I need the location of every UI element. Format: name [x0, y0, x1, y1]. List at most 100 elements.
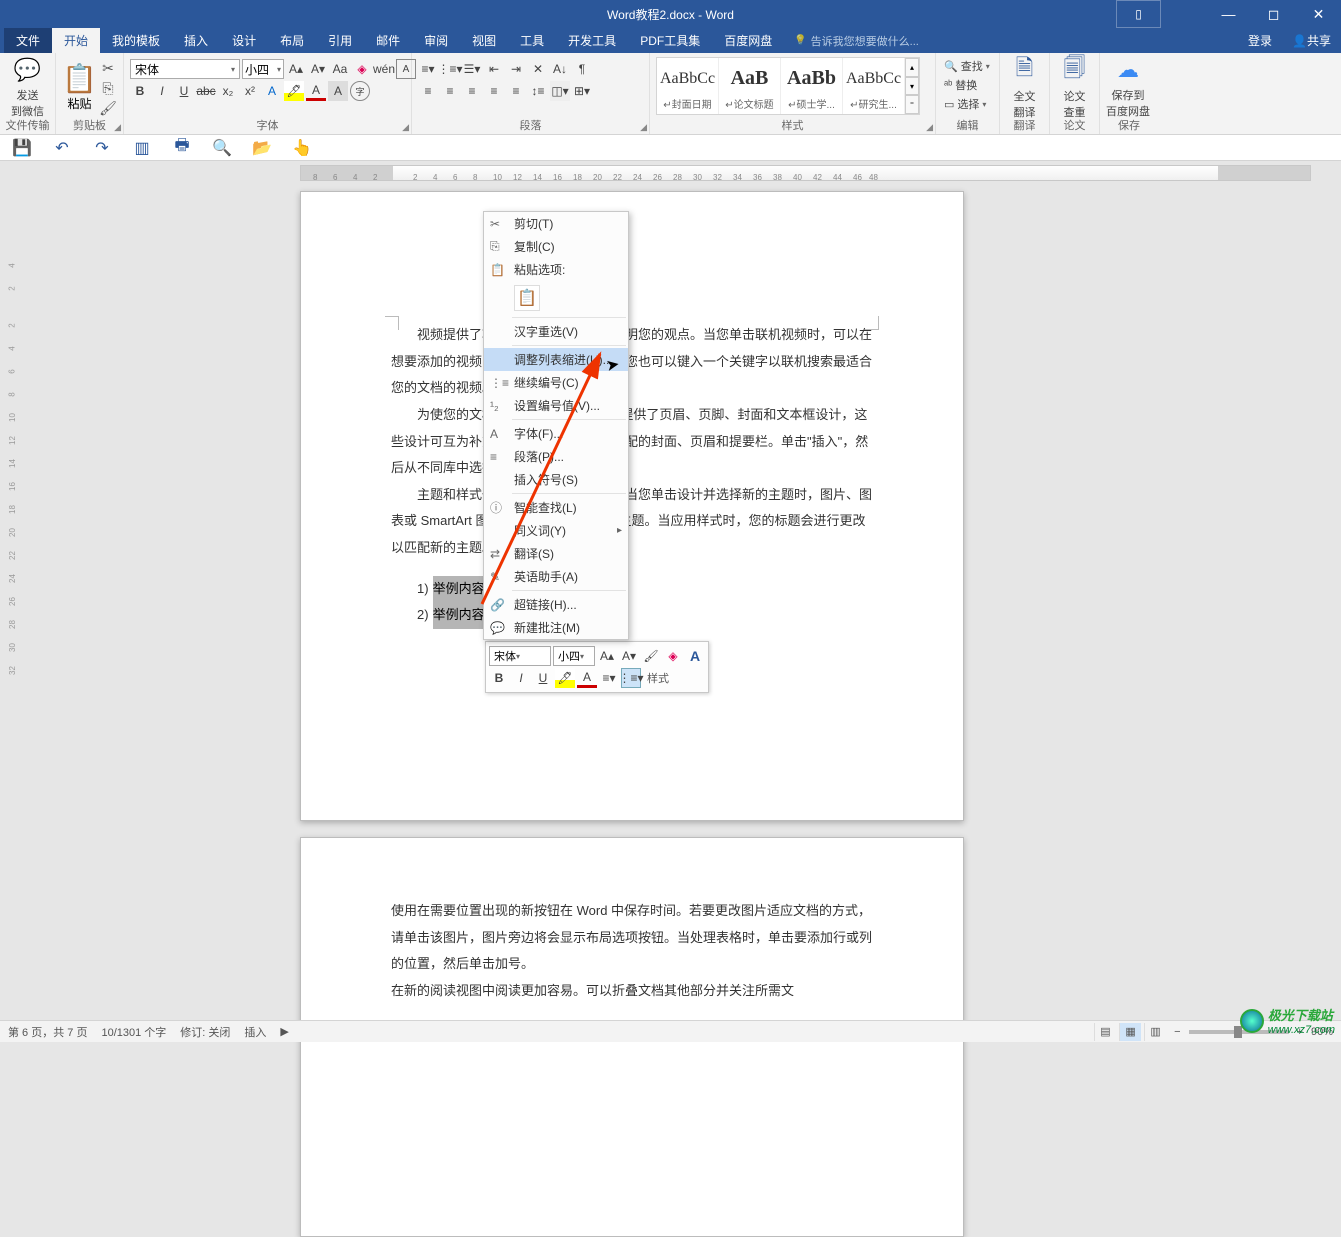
- ctx-paragraph[interactable]: ≡段落(P)...: [484, 445, 628, 468]
- sort-icon[interactable]: A↓: [550, 59, 570, 79]
- subscript-button[interactable]: x₂: [218, 81, 238, 101]
- shading-icon[interactable]: ◫▾: [550, 81, 570, 101]
- qat-preview-icon[interactable]: 🔍: [210, 138, 234, 158]
- status-track[interactable]: 修订: 关闭: [180, 1024, 230, 1040]
- replace-button[interactable]: ᵃᵇ替换: [942, 76, 992, 94]
- decrease-indent-icon[interactable]: ⇤: [484, 59, 504, 79]
- style-item-3[interactable]: AaBbCc↵研究生...: [843, 58, 905, 114]
- mini-bullets-icon[interactable]: ≡▾: [599, 668, 619, 688]
- zoom-out-icon[interactable]: −: [1174, 1026, 1180, 1038]
- tab-tools[interactable]: 工具: [508, 28, 556, 53]
- status-macro-icon[interactable]: ▶: [280, 1025, 288, 1038]
- align-justify-icon[interactable]: ≡: [484, 81, 504, 101]
- ctx-hanzi[interactable]: 汉字重选(V): [484, 320, 628, 343]
- tab-home[interactable]: 开始: [52, 28, 100, 53]
- mini-font-select[interactable]: 宋体 ▾: [489, 646, 551, 666]
- copy-icon[interactable]: ⎘: [99, 79, 117, 97]
- view-web-icon[interactable]: ▥: [1144, 1023, 1166, 1041]
- qat-open-icon[interactable]: 📂: [250, 138, 274, 158]
- status-insert[interactable]: 插入: [244, 1024, 266, 1040]
- change-case-icon[interactable]: Aa: [330, 59, 350, 79]
- ctx-set-numbering[interactable]: ¹₂设置编号值(V)...: [484, 394, 628, 417]
- send-wechat-button[interactable]: 💬发送 到微信: [6, 55, 49, 119]
- underline-button[interactable]: U: [174, 81, 194, 101]
- close-button[interactable]: ✕: [1296, 0, 1341, 28]
- mini-clear-icon[interactable]: ◈: [663, 646, 683, 666]
- document-page-1[interactable]: 视频提供了功能强大的方法帮助您证明您的观点。当您单击联机视频时，可以在想要添加的…: [300, 191, 964, 821]
- ctx-english-assistant[interactable]: ✎英语助手(A): [484, 565, 628, 588]
- ctx-translate[interactable]: ⇄翻译(S): [484, 542, 628, 565]
- styles-up-icon[interactable]: ▴: [905, 58, 919, 77]
- paste-option-keep-source[interactable]: 📋: [514, 285, 540, 311]
- line-spacing-icon[interactable]: ↕≡: [528, 81, 548, 101]
- mini-grow-font-icon[interactable]: A▴: [597, 646, 617, 666]
- styles-gallery[interactable]: AaBbCc↵封面日期 AaB↵论文标题 AaBb↵硕士学... AaBbCc↵…: [656, 57, 920, 115]
- bold-button[interactable]: B: [130, 81, 150, 101]
- styles-more-icon[interactable]: ⁼: [905, 95, 919, 114]
- qat-save-icon[interactable]: 💾: [10, 138, 34, 158]
- qat-new-icon[interactable]: ▥: [130, 138, 154, 158]
- ctx-smart-lookup[interactable]: ⓘ智能查找(L): [484, 496, 628, 519]
- body-paragraph[interactable]: 主题和样式也有助于文档保持协调。当您单击设计并选择新的主题时，图片、图表或 Sm…: [391, 482, 873, 562]
- status-wordcount[interactable]: 10/1301 个字: [101, 1024, 166, 1040]
- tab-mailings[interactable]: 邮件: [364, 28, 412, 53]
- find-button[interactable]: 🔍查找▾: [942, 57, 992, 75]
- align-right-icon[interactable]: ≡: [462, 81, 482, 101]
- mini-styles-label[interactable]: 样式: [643, 670, 669, 686]
- qat-touch-icon[interactable]: 👆: [290, 138, 314, 158]
- increase-indent-icon[interactable]: ⇥: [506, 59, 526, 79]
- tab-design[interactable]: 设计: [220, 28, 268, 53]
- superscript-button[interactable]: x²: [240, 81, 260, 101]
- qat-print-icon[interactable]: 🖶: [170, 134, 194, 161]
- view-read-icon[interactable]: ▤: [1094, 1023, 1116, 1041]
- body-paragraph[interactable]: 使用在需要位置出现的新按钮在 Word 中保存时间。若要更改图片适应文档的方式，…: [391, 898, 873, 978]
- ctx-continue-numbering[interactable]: ⋮≡继续编号(C): [484, 371, 628, 394]
- horizontal-ruler[interactable]: 8642 24681012141618202224262830323436384…: [300, 165, 1311, 181]
- mini-highlight-icon[interactable]: 🖊: [555, 668, 575, 688]
- share-button[interactable]: 👤 共享: [1282, 28, 1341, 53]
- font-name-select[interactable]: 宋体▾: [130, 59, 240, 79]
- ribbon-display-options[interactable]: ▯: [1116, 0, 1161, 28]
- mini-format-painter-icon[interactable]: 🖌: [641, 646, 661, 666]
- format-painter-icon[interactable]: 🖌: [99, 99, 117, 117]
- shrink-font-icon[interactable]: A▾: [308, 59, 328, 79]
- align-left-icon[interactable]: ≡: [418, 81, 438, 101]
- tab-pdftools[interactable]: PDF工具集: [628, 28, 712, 53]
- mini-size-select[interactable]: 小四 ▾: [553, 646, 595, 666]
- tab-references[interactable]: 引用: [316, 28, 364, 53]
- mini-font-color-icon[interactable]: A: [577, 668, 597, 688]
- tab-view[interactable]: 视图: [460, 28, 508, 53]
- ctx-copy[interactable]: ⎘复制(C): [484, 235, 628, 258]
- tab-file[interactable]: 文件: [4, 28, 52, 53]
- style-item-2[interactable]: AaBb↵硕士学...: [781, 58, 843, 114]
- ctx-hyperlink[interactable]: 🔗超链接(H)...: [484, 593, 628, 616]
- styles-down-icon[interactable]: ▾: [905, 77, 919, 96]
- ctx-adjust-list-indent[interactable]: 调整列表缩进(U)...: [484, 348, 628, 371]
- tab-review[interactable]: 审阅: [412, 28, 460, 53]
- highlight-icon[interactable]: 🖊: [284, 81, 304, 101]
- body-paragraph[interactable]: 为使您的文档具有专业外观，Word 提供了页眉、页脚、封面和文本框设计，这些设计…: [391, 402, 873, 482]
- ctx-synonyms[interactable]: 同义词(Y): [484, 519, 628, 542]
- login-button[interactable]: 登录: [1238, 28, 1282, 53]
- style-item-1[interactable]: AaB↵论文标题: [719, 58, 781, 114]
- char-shading-icon[interactable]: A: [328, 81, 348, 101]
- italic-button[interactable]: I: [152, 81, 172, 101]
- review-button[interactable]: 🗐论文 查重: [1056, 55, 1093, 119]
- phonetic-icon[interactable]: wén: [374, 59, 394, 79]
- multilevel-list-icon[interactable]: ☰▾: [462, 59, 482, 79]
- font-color-icon[interactable]: A: [306, 81, 326, 101]
- ctx-cut[interactable]: ✂剪切(T): [484, 212, 628, 235]
- mini-bold-button[interactable]: B: [489, 668, 509, 688]
- style-item-0[interactable]: AaBbCc↵封面日期: [657, 58, 719, 114]
- mini-underline-button[interactable]: U: [533, 668, 553, 688]
- strike-button[interactable]: abc: [196, 81, 216, 101]
- borders-icon[interactable]: ⊞▾: [572, 81, 592, 101]
- select-button[interactable]: ▭选择▾: [942, 95, 992, 113]
- tell-me-search[interactable]: 告诉我您想要做什么...: [794, 28, 919, 53]
- ctx-insert-symbol[interactable]: 插入符号(S): [484, 468, 628, 491]
- grow-font-icon[interactable]: A▴: [286, 59, 306, 79]
- ctx-new-comment[interactable]: 💬新建批注(M): [484, 616, 628, 639]
- body-paragraph[interactable]: 视频提供了功能强大的方法帮助您证明您的观点。当您单击联机视频时，可以在想要添加的…: [391, 322, 873, 402]
- mini-styles-icon[interactable]: A: [685, 646, 705, 666]
- tab-insert[interactable]: 插入: [172, 28, 220, 53]
